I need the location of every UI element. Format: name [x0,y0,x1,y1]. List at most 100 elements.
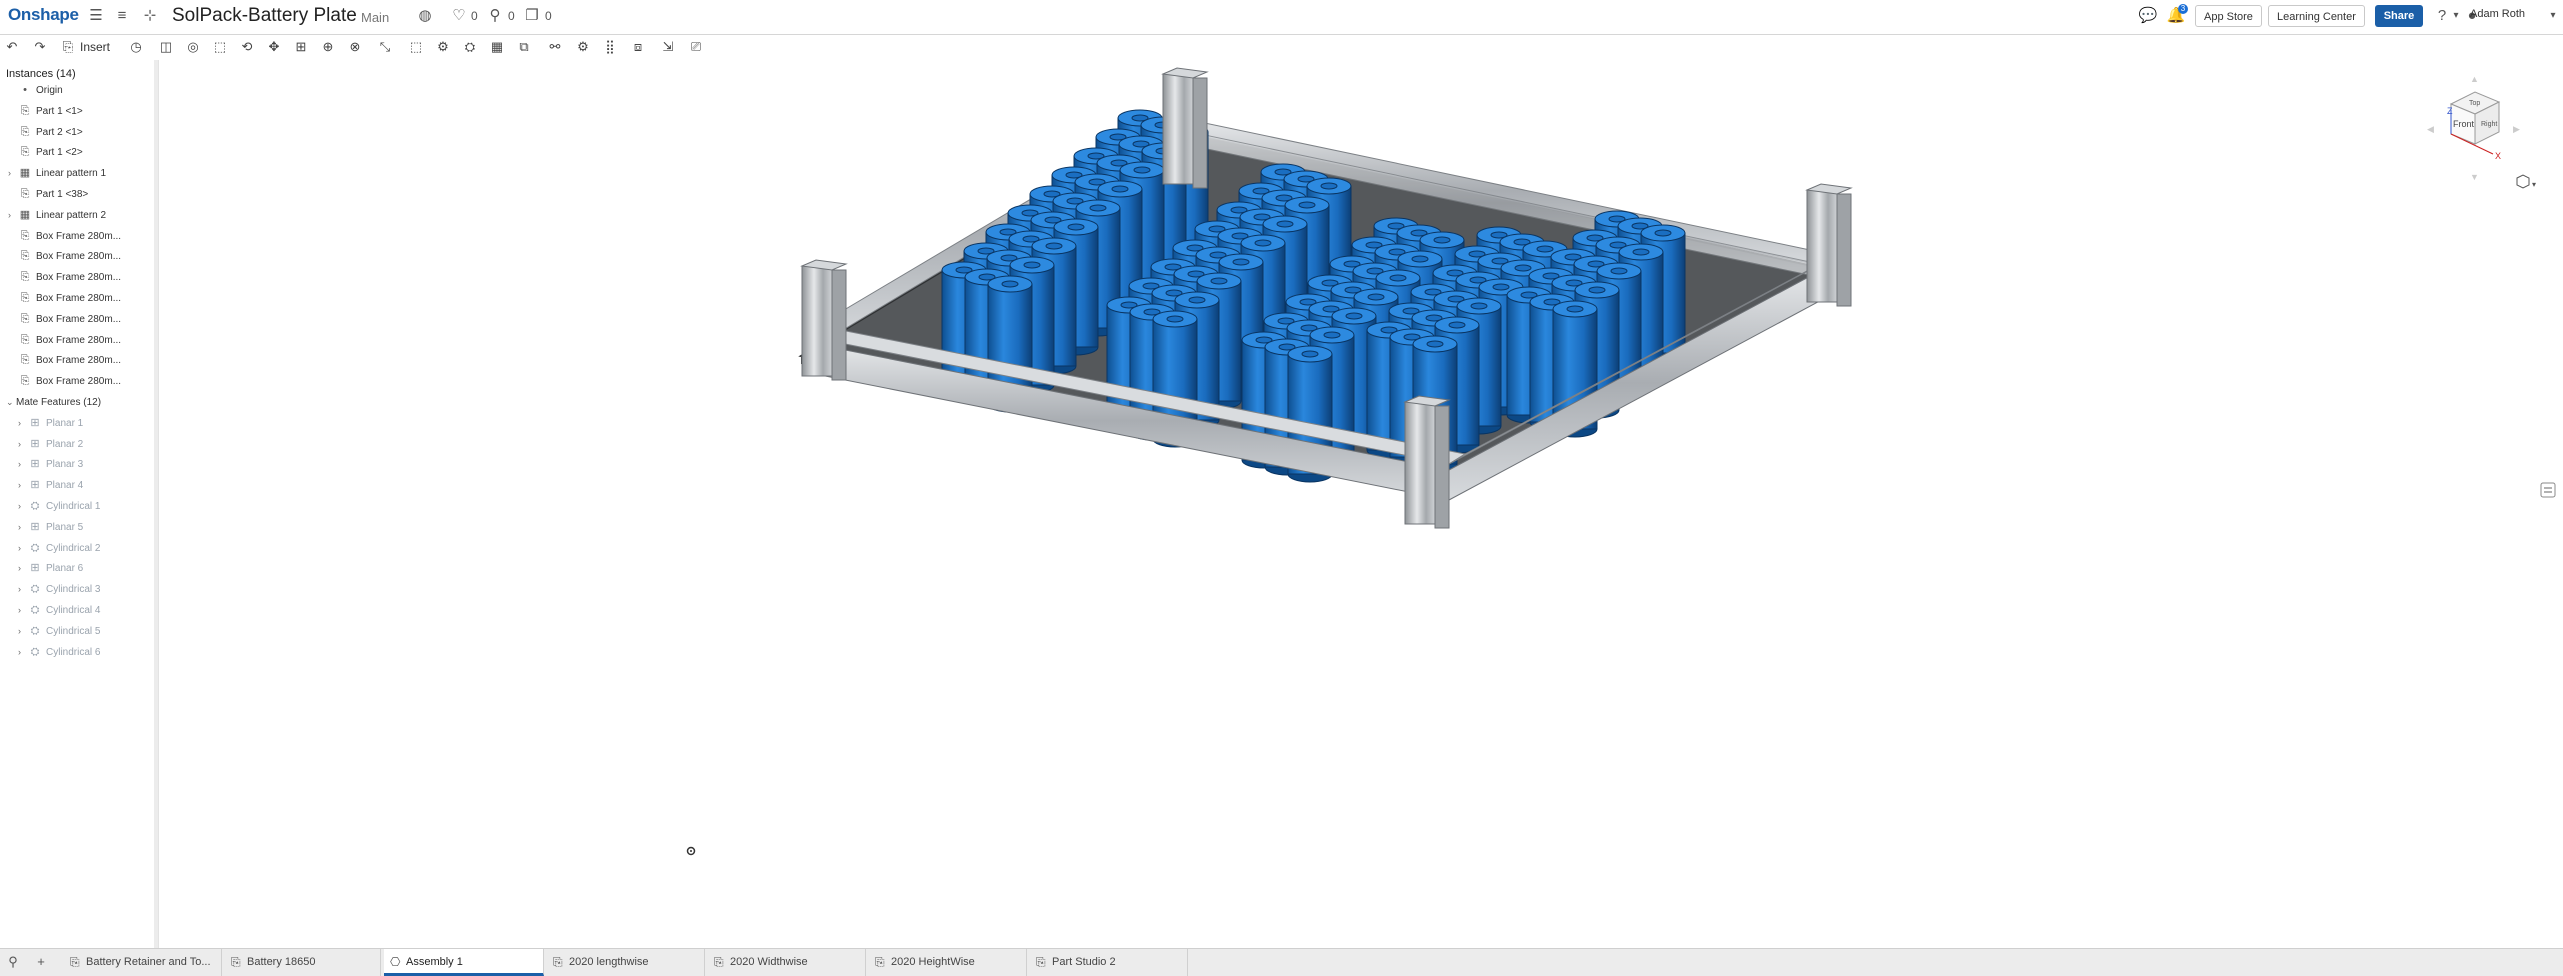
tab-part-studio-2[interactable]: ⎘ Part Studio 2 [1030,949,1188,976]
menu-icon[interactable]: ☰ [86,6,106,26]
replicate-icon[interactable]: ⧈ [628,37,648,57]
mate-feature-item[interactable]: › ⛭ Cylindrical 3 [18,579,100,599]
group-icon[interactable]: ⬚ [406,37,426,57]
graphics-viewport[interactable]: Top Front Right Z X ▲ ▼ ◀ ▶ ▾ [159,60,2563,948]
add-tab-icon[interactable]: + [32,953,50,971]
tab-2020-heightwise[interactable]: ⎘ 2020 HeightWise [869,949,1027,976]
fasten-mate-icon[interactable]: ◫ [156,37,176,57]
view-rotate-left-icon[interactable]: ◀ [2427,124,2434,134]
mate-feature-item[interactable]: › ⊞ Planar 5 [18,517,83,537]
user-name[interactable]: Adam Roth [2470,8,2525,20]
screw-relation-icon[interactable]: ⧉ [514,37,534,57]
slider-mate-icon[interactable]: ⬚ [210,37,230,57]
instance-item[interactable]: › ▦ Linear pattern 2 [8,205,106,225]
mate-connector-icon[interactable]: ⤡ [375,37,395,57]
mate-feature-item[interactable]: › ⊞ Planar 1 [18,413,83,433]
undo-icon[interactable]: ↶ [2,37,22,57]
relation-icon[interactable]: ⚙ [433,37,453,57]
tab-2020-widthwise[interactable]: ⎘ 2020 Widthwise [708,949,866,976]
mate-feature-item[interactable]: › ⊞ Planar 3 [18,454,83,474]
view-cube[interactable]: Top Front Right Z X ▲ ▼ ◀ ▶ [2427,74,2520,182]
chevron-right-icon[interactable]: › [18,434,28,454]
chevron-right-icon[interactable]: › [18,454,28,474]
chevron-right-icon[interactable]: › [18,496,28,516]
chevron-right-icon[interactable]: › [18,538,28,558]
assembly-3d-view[interactable]: Top Front Right Z X ▲ ▼ ◀ ▶ ▾ [159,60,2563,948]
redo-icon[interactable]: ↷ [30,37,50,57]
revolute-mate-icon[interactable]: ◎ [183,37,203,57]
mate-feature-item[interactable]: › ⛭ Cylindrical 4 [18,600,100,620]
mate-feature-item[interactable]: › ⊞ Planar 4 [18,475,83,495]
configurations-panel-icon[interactable] [2540,482,2556,498]
settings-gear-icon[interactable]: ⚙ [573,37,593,57]
link-icon[interactable]: ⚲ [485,6,505,26]
insert-feature-icon[interactable]: ⊹ [140,6,160,26]
instance-item[interactable]: ⎘ Part 1 <38> [18,184,89,204]
instance-item[interactable]: ⎘ Box Frame 280m... [18,288,121,308]
tab-battery-retainer-and-to[interactable]: ⎘ Battery Retainer and To... [64,949,222,976]
user-dropdown-icon[interactable]: ▾ [2543,6,2563,26]
chevron-right-icon[interactable]: › [18,558,28,578]
mate-feature-item[interactable]: › ⛭ Cylindrical 6 [18,642,100,662]
panel-resize-handle[interactable] [154,60,158,948]
chevron-right-icon[interactable]: › [18,475,28,495]
frame-post-right[interactable] [1805,183,1853,307]
view-rotate-down-icon[interactable]: ▼ [2470,172,2479,182]
instance-item[interactable]: • Origin [18,80,63,100]
chevron-right-icon[interactable]: › [18,600,28,620]
chevron-right-icon[interactable]: › [18,642,28,662]
rack-pinion-icon[interactable]: ▦ [487,37,507,57]
instance-item[interactable]: ⎘ Box Frame 280m... [18,226,121,246]
history-icon[interactable]: ◷ [126,37,146,57]
parallel-mate-icon[interactable]: ⊕ [318,37,338,57]
share-button[interactable]: Share [2375,5,2423,27]
mate-feature-item[interactable]: › ⊞ Planar 6 [18,558,83,578]
feature-list-icon[interactable]: ≡ [112,6,132,26]
instance-item[interactable]: ⎘ Box Frame 280m... [18,350,121,370]
tab-manager-icon[interactable]: ⚲ [4,953,22,971]
insert-button[interactable]: Insert [80,37,110,57]
frame-post-back[interactable] [1161,67,1209,189]
ball-mate-icon[interactable]: ⊗ [345,37,365,57]
view-rotate-up-icon[interactable]: ▲ [2470,74,2479,84]
copy-icon[interactable]: ❐ [522,6,542,26]
cylindrical-mate-tool-icon[interactable]: ⟲ [237,37,257,57]
insert-icon[interactable]: ⎘ [58,37,78,57]
tab-2020-lengthwise[interactable]: ⎘ 2020 lengthwise [547,949,705,976]
pattern-tool-icon[interactable]: ⣿ [600,37,620,57]
instance-item[interactable]: › ▦ Linear pattern 1 [8,163,106,183]
gear-relation-icon[interactable]: ⛭ [460,37,480,57]
app-store-button[interactable]: App Store [2195,5,2262,27]
frame-post-left[interactable] [800,259,848,381]
comment-icon[interactable]: 💬 [2138,6,2158,26]
chevron-right-icon[interactable]: › [18,621,28,641]
instance-item[interactable]: ⎘ Box Frame 280m... [18,267,121,287]
display-mode-icon[interactable]: ▾ [2516,174,2536,189]
mate-feature-item[interactable]: › ⊞ Planar 2 [18,434,83,454]
tab-assembly-1[interactable]: ⎔ Assembly 1 [384,949,544,976]
named-position-icon[interactable]: ⎚ [686,37,706,57]
chevron-right-icon[interactable]: › [18,413,28,433]
planar-mate-tool-icon[interactable]: ⊞ [291,37,311,57]
mate-feature-item[interactable]: › ⛭ Cylindrical 2 [18,538,100,558]
learning-center-button[interactable]: Learning Center [2268,5,2365,27]
onshape-logo[interactable]: Onshape [8,5,79,25]
instance-item[interactable]: ⎘ Box Frame 280m... [18,309,121,329]
pin-slot-mate-icon[interactable]: ✥ [264,37,284,57]
instance-item[interactable]: ⎘ Box Frame 280m... [18,371,121,391]
view-rotate-right-icon[interactable]: ▶ [2513,124,2520,134]
branch-label[interactable]: Main [361,10,389,25]
explode-icon[interactable]: ⇲ [658,37,678,57]
chevron-right-icon[interactable]: › [18,579,28,599]
instance-item[interactable]: ⎘ Part 1 <2> [18,142,83,162]
chevron-right-icon[interactable]: › [8,205,18,225]
like-icon[interactable]: ♡ [449,6,469,26]
frame-post-front[interactable] [1403,395,1451,529]
chevron-right-icon[interactable]: › [8,163,18,183]
mate-feature-item[interactable]: › ⛭ Cylindrical 1 [18,496,100,516]
instance-item[interactable]: ⎘ Part 2 <1> [18,122,83,142]
instance-item[interactable]: ⎘ Box Frame 280m... [18,246,121,266]
globe-icon[interactable]: ◍ [415,6,435,26]
document-title[interactable]: SolPack-Battery Plate [172,5,357,27]
instance-item[interactable]: ⎘ Part 1 <1> [18,101,83,121]
